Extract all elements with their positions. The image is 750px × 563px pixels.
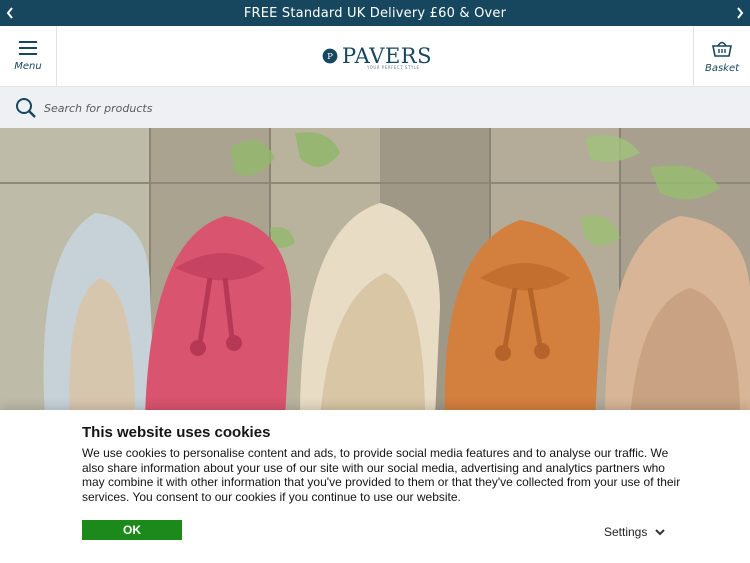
basket-button[interactable]: Basket bbox=[693, 26, 750, 87]
search-icon bbox=[16, 98, 36, 118]
logo-wordmark: PAVERS bbox=[341, 43, 432, 68]
search-bar bbox=[0, 87, 750, 128]
menu-label: Menu bbox=[14, 61, 42, 72]
cookie-banner: This website uses cookies We use cookies… bbox=[0, 410, 750, 563]
logo-monogram-icon: P bbox=[322, 48, 338, 64]
site-logo[interactable]: P PAVERS YOUR PERFECT STYLE bbox=[322, 40, 432, 72]
cookie-title: This website uses cookies bbox=[82, 424, 271, 441]
search-button[interactable] bbox=[15, 97, 37, 119]
basket-icon bbox=[712, 41, 732, 57]
logo-tagline: YOUR PERFECT STYLE bbox=[367, 65, 420, 70]
hero-image[interactable] bbox=[0, 128, 750, 418]
site-header: Menu P PAVERS YOUR PERFECT STYLE Basket bbox=[0, 26, 750, 87]
search-input[interactable] bbox=[44, 96, 694, 120]
hamburger-icon bbox=[19, 41, 37, 55]
promo-prev-button[interactable] bbox=[0, 0, 20, 26]
cookie-settings-toggle[interactable]: Settings bbox=[604, 525, 666, 539]
promo-bar: FREE Standard UK Delivery £60 & Over bbox=[0, 0, 750, 26]
promo-text[interactable]: FREE Standard UK Delivery £60 & Over bbox=[244, 6, 506, 21]
chevron-down-icon bbox=[655, 529, 666, 536]
cookie-settings-label: Settings bbox=[604, 525, 648, 539]
cookie-body: We use cookies to personalise content an… bbox=[82, 446, 681, 504]
menu-button[interactable]: Menu bbox=[0, 26, 57, 87]
promo-next-button[interactable] bbox=[730, 0, 750, 26]
logo-monogram: P bbox=[327, 52, 333, 62]
chevron-right-icon bbox=[737, 7, 744, 19]
cookie-ok-button[interactable]: OK bbox=[82, 520, 182, 540]
basket-label: Basket bbox=[704, 63, 740, 74]
chevron-left-icon bbox=[6, 7, 13, 19]
